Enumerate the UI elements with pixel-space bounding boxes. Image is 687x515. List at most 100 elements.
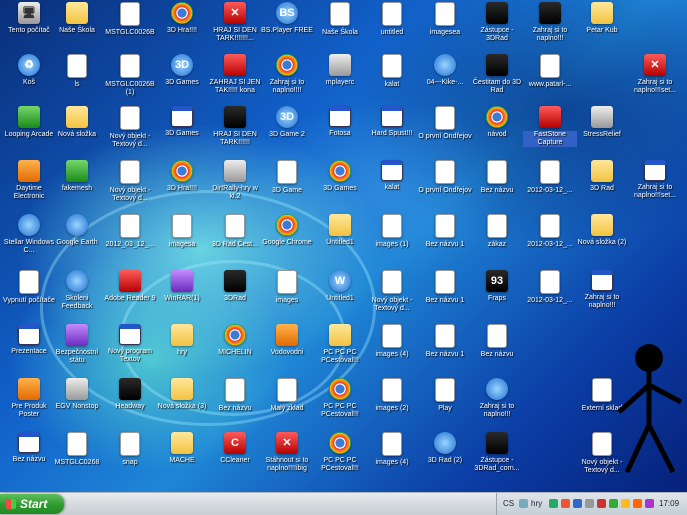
desktop-icon[interactable]: fakemesh xyxy=(50,160,104,193)
desktop-icon[interactable]: Zahraj si to naplno!!!set... xyxy=(628,160,682,200)
desktop-icon[interactable]: MACHE xyxy=(155,432,209,465)
desktop-icon[interactable]: 3D Hra!!!! xyxy=(155,160,209,193)
desktop-icon[interactable]: Nový objekt - Textový d... xyxy=(103,106,157,149)
desktop-icon[interactable]: Zahraj si to naplno!!! xyxy=(575,270,629,310)
desktop-icon[interactable]: Naše Škola xyxy=(50,2,104,35)
desktop-icon[interactable]: Nová složka (3) xyxy=(155,378,209,411)
volume-icon[interactable] xyxy=(585,499,594,508)
desktop-icon[interactable]: C CCleaner xyxy=(208,432,262,465)
desktop-icon[interactable]: MSTGLC0026B xyxy=(103,2,157,37)
desktop-icon[interactable]: MSTGLC0026B (1) xyxy=(103,54,157,97)
desktop-icon[interactable]: ✕ Stáhnout si to naplno!!!!ibig xyxy=(260,432,314,473)
desktop-icon[interactable]: Untitled1 xyxy=(313,214,367,247)
desktop-icon[interactable]: Nový program Textov xyxy=(103,324,157,364)
desktop-icon[interactable]: Fotosa xyxy=(313,106,367,138)
desktop-icon[interactable]: MSTGLC0268 xyxy=(50,432,104,467)
tray-app-icon[interactable] xyxy=(549,499,558,508)
desktop-icon[interactable]: 3DRad xyxy=(208,270,262,303)
desktop-icon[interactable]: návod xyxy=(470,106,524,139)
desktop-icon[interactable]: 3D Hra!!!! xyxy=(155,2,209,35)
desktop-icon[interactable]: Pre Produk Poster xyxy=(2,378,56,419)
desktop-icon[interactable]: Play xyxy=(418,378,472,413)
start-button[interactable]: Start xyxy=(0,494,64,514)
desktop-icon[interactable]: Nová složka (2) xyxy=(575,214,629,247)
desktop-icon[interactable]: HRAJ SI DEN TARK!!!!!! xyxy=(208,106,262,147)
desktop-icon[interactable]: 2012-03-12_... xyxy=(523,270,577,305)
desktop-icon[interactable]: Čestitam do 3D Rad xyxy=(470,54,524,95)
desktop-icon[interactable]: 3D Games xyxy=(155,106,209,138)
chrome-tray-icon[interactable] xyxy=(621,499,630,508)
desktop-icon[interactable]: kalat xyxy=(365,160,419,192)
desktop-icon[interactable]: Bez názvu 1 xyxy=(418,324,472,359)
desktop-icon[interactable]: ♻ Koš xyxy=(2,54,56,87)
desktop-icon[interactable]: images xyxy=(260,270,314,305)
desktop-icon[interactable]: Looping Arcade xyxy=(2,106,56,139)
desktop-icon[interactable]: 3D Games xyxy=(313,160,367,193)
desktop-icon[interactable]: Bez názvu xyxy=(470,324,524,359)
desktop-icon[interactable]: PC PC PC PCestoval!!! xyxy=(313,378,367,419)
desktop-icon[interactable]: 3D Rad (2) xyxy=(418,432,472,465)
desktop-icon[interactable]: W Untitled1 xyxy=(313,270,367,303)
desktop-icon[interactable]: Google Earth xyxy=(50,214,104,247)
desktop-icon[interactable]: MICHELIN xyxy=(208,324,262,357)
desktop-icon[interactable]: snap xyxy=(103,432,157,467)
desktop-icon[interactable]: O první Ondřejov xyxy=(418,106,472,141)
tray-app-icon[interactable] xyxy=(633,499,642,508)
desktop-icon[interactable]: untitled xyxy=(365,2,419,37)
desktop-icon[interactable]: Prezentace xyxy=(2,324,56,356)
desktop-icon[interactable]: images (4) xyxy=(365,324,419,359)
desktop-icon[interactable]: Headway xyxy=(103,378,157,411)
tray-app-icon[interactable] xyxy=(561,499,570,508)
desktop-icon[interactable]: O první Ondřejov xyxy=(418,160,472,195)
desktop-icon[interactable]: WinRAR(1) xyxy=(155,270,209,303)
desktop-icon[interactable]: 04---Kike-... xyxy=(418,54,472,87)
desktop-icon[interactable]: Bez názvu xyxy=(208,378,262,413)
clock[interactable]: 17:09 xyxy=(659,493,679,515)
desktop-icon[interactable]: 2012_03_12_... xyxy=(103,214,157,249)
desktop-icon[interactable]: 2012-03-12_... xyxy=(523,160,577,195)
desktop-icon[interactable]: 3D Game xyxy=(260,160,314,195)
desktop-icon[interactable]: Malý zklad xyxy=(260,378,314,413)
desktop-icon[interactable]: Skoleni Feedback xyxy=(50,270,104,311)
desktop-icon[interactable]: 3D Rad Čest... xyxy=(208,214,262,249)
desktop-icon[interactable]: kalat xyxy=(365,54,419,89)
desktop-icon[interactable]: 3D Rad xyxy=(575,160,629,193)
desktop-icon[interactable]: FastStone Capture xyxy=(523,106,577,147)
desktop-icon[interactable]: Naše Škola xyxy=(313,2,367,37)
update-icon[interactable] xyxy=(609,499,618,508)
desktop-icon[interactable]: Petar Kub xyxy=(575,2,629,35)
desktop-icon[interactable]: Nový objekt - Textový d... xyxy=(365,270,419,313)
desktop-icon[interactable]: 3D 3D Games xyxy=(155,54,209,87)
desktop-icon[interactable]: DirtRally-hry w kl.2 xyxy=(208,160,262,201)
desktop-icon[interactable]: Zahraj si to naplno!!! xyxy=(523,2,577,43)
desktop-icon[interactable]: PC PC PC PCestoval!!! xyxy=(313,432,367,473)
desktop-icon[interactable]: ls xyxy=(50,54,104,89)
desktop-icon[interactable]: imagesa xyxy=(155,214,209,249)
desktop-icon[interactable]: BS BS.Player FREE xyxy=(260,2,314,35)
shield-icon[interactable] xyxy=(597,499,606,508)
tray-app-label[interactable]: hry xyxy=(531,493,542,515)
desktop-icon[interactable]: Zástupce - 3DRad_corn... xyxy=(470,432,524,473)
desktop-icon[interactable]: imagesea xyxy=(418,2,472,37)
desktop-icon[interactable]: Bez názvu 1 xyxy=(418,214,472,249)
desktop-icon[interactable]: www.patarl-... xyxy=(523,54,577,89)
desktop-icon[interactable]: images (2) xyxy=(365,378,419,413)
desktop-icon[interactable]: Bez názvu 1 xyxy=(418,270,472,305)
desktop-icon[interactable]: Adobe Reader 9 xyxy=(103,270,157,303)
desktop-icon[interactable]: Daytime Electronic xyxy=(2,160,56,201)
desktop-icon[interactable]: ✕ HRAJ SI DEN TARK!!!!!!!... xyxy=(208,2,262,43)
desktop-icon[interactable]: Zahraj si to naplno!!!! xyxy=(260,54,314,95)
desktop-icon[interactable]: images (4) xyxy=(365,432,419,467)
desktop-icon[interactable]: 93 Fraps xyxy=(470,270,524,303)
desktop-icon[interactable]: zákaz xyxy=(470,214,524,249)
desktop-icon[interactable]: Bez názvu xyxy=(470,160,524,195)
desktop-icon[interactable]: images (1) xyxy=(365,214,419,249)
desktop-icon[interactable]: hry xyxy=(155,324,209,357)
desktop-icon[interactable]: EGV Nonstop xyxy=(50,378,104,411)
desktop-icon[interactable]: 2012-03-12_... xyxy=(523,214,577,249)
desktop-icon[interactable]: ✕ Zahraj si to naplno!!!set... xyxy=(628,54,682,95)
language-indicator[interactable]: CS xyxy=(503,493,514,515)
desktop-icon[interactable]: StressRelief xyxy=(575,106,629,139)
tray-app-icon[interactable] xyxy=(645,499,654,508)
desktop-icon[interactable]: 3D 3D Game 2 xyxy=(260,106,314,139)
